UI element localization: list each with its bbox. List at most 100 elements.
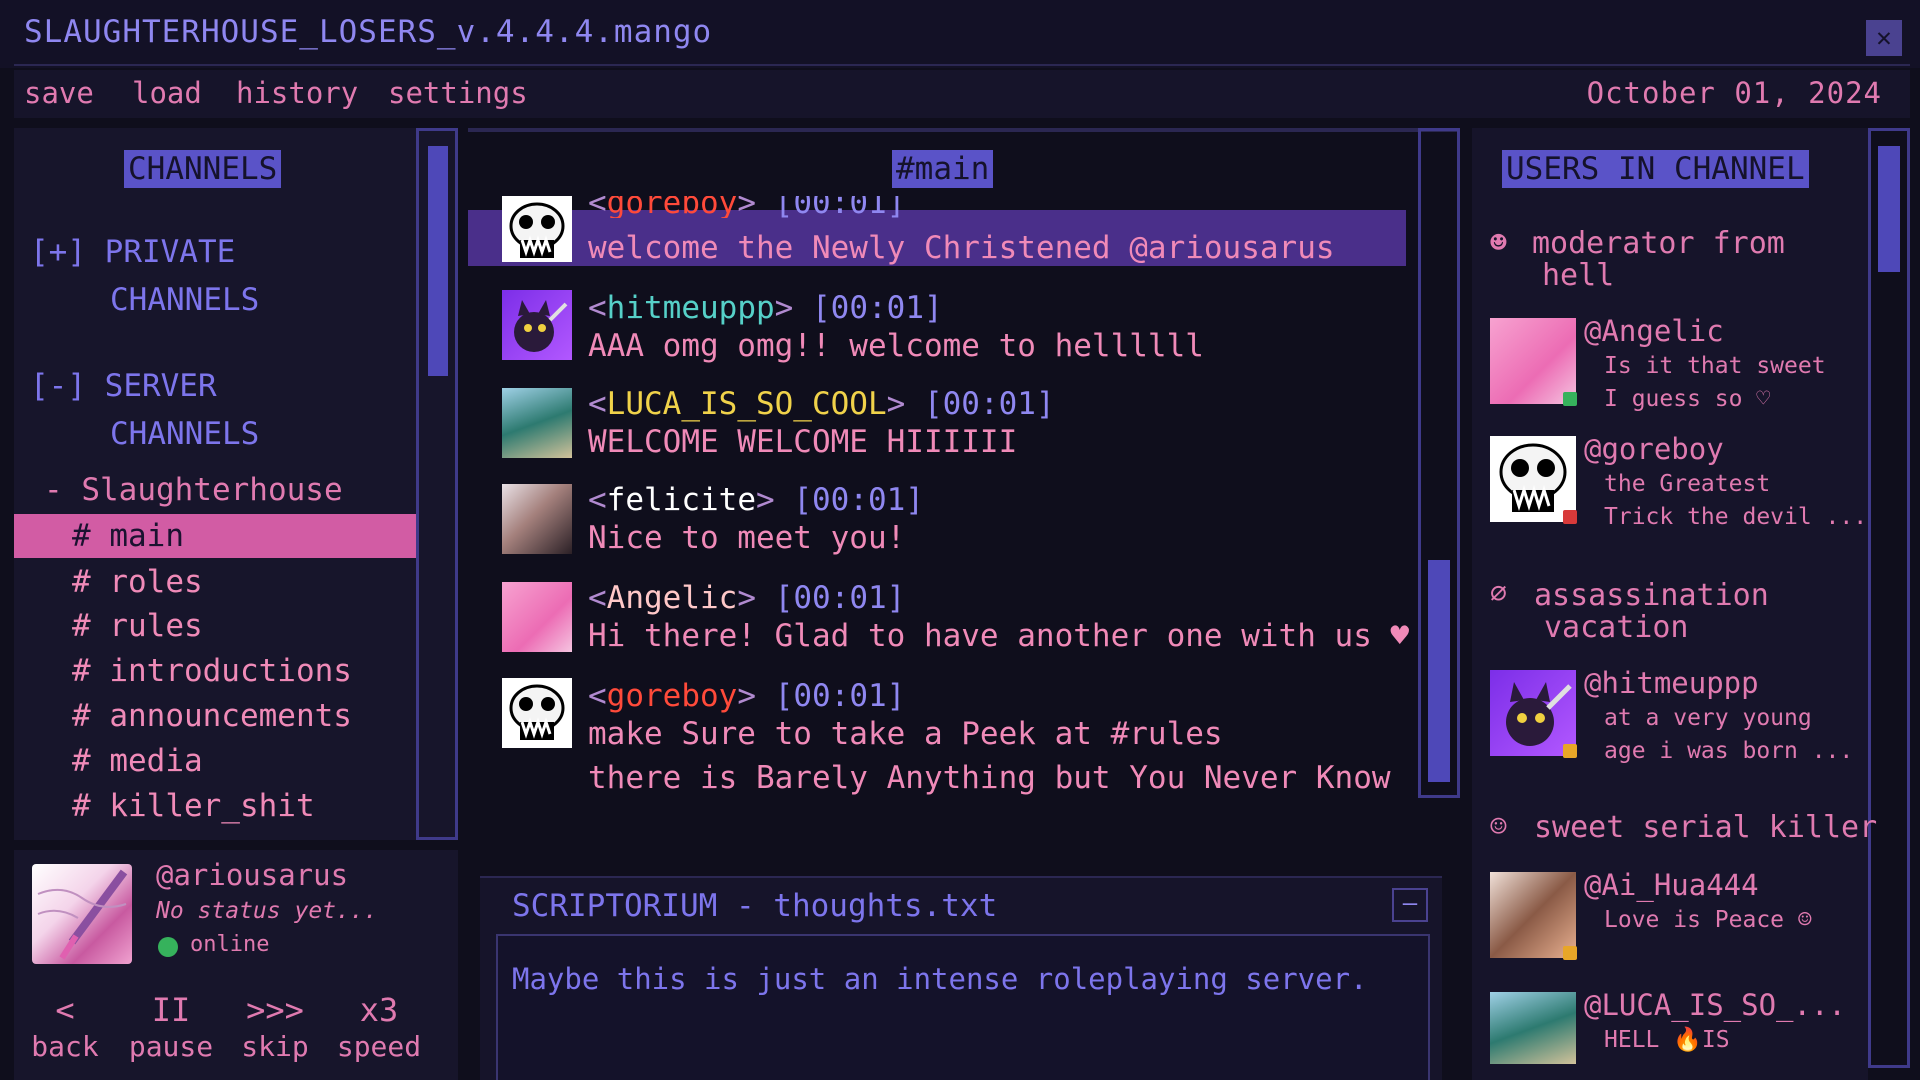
devil-icon: ☻ bbox=[1490, 226, 1507, 259]
message-header: <goreboy> [00:01] bbox=[588, 678, 905, 714]
message-text-line2: there is Barely Anything but You Never K… bbox=[588, 760, 1391, 796]
online-status-icon bbox=[158, 937, 178, 957]
menu-load[interactable]: load bbox=[132, 76, 202, 110]
menu-history[interactable]: history bbox=[236, 76, 358, 110]
member-status: HELL 🔥IS bbox=[1604, 1027, 1730, 1053]
skip-button[interactable]: >>> skip bbox=[230, 990, 320, 1064]
channel-item-rules[interactable]: # rules bbox=[14, 604, 416, 648]
member-status-line2: I guess so ♡ bbox=[1604, 386, 1771, 412]
bracket-close: > bbox=[774, 290, 794, 326]
scriptorium-title: SCRIPTORIUM - thoughts.txt bbox=[512, 888, 998, 924]
message-author[interactable]: goreboy bbox=[607, 678, 738, 714]
angelic-avatar[interactable] bbox=[502, 582, 572, 652]
scriptorium-text: Maybe this is just an intense roleplayin… bbox=[512, 962, 1368, 996]
back-button[interactable]: < back bbox=[20, 990, 110, 1064]
message-header: <hitmeuppp> [00:01] bbox=[588, 290, 943, 326]
message-time: [00:01] bbox=[774, 196, 906, 218]
menu-bar: save load history settings October 01, 2… bbox=[14, 70, 1910, 118]
message-header: <Angelic> [00:01] bbox=[588, 580, 905, 616]
luca-avatar[interactable] bbox=[502, 388, 572, 458]
message-header: <goreboy> [00:01] bbox=[588, 196, 905, 218]
channel-item-introductions[interactable]: # introductions bbox=[14, 649, 416, 693]
luca-avatar[interactable] bbox=[1490, 992, 1576, 1064]
channel-item-announcements[interactable]: # announcements bbox=[14, 694, 416, 738]
member-name[interactable]: @goreboy bbox=[1584, 432, 1724, 466]
channel-item-media[interactable]: # media bbox=[14, 739, 416, 783]
menu-settings[interactable]: settings bbox=[388, 76, 528, 110]
skull-icon bbox=[1490, 436, 1576, 522]
title-divider bbox=[14, 64, 1910, 66]
pause-button[interactable]: II pause bbox=[126, 990, 216, 1064]
profile-status: No status yet... bbox=[156, 898, 378, 924]
chat-channel-name: #main bbox=[892, 150, 994, 188]
hitmeuppp-avatar[interactable] bbox=[1490, 670, 1576, 756]
bracket-close: > bbox=[737, 196, 756, 218]
cat-icon bbox=[1506, 682, 1572, 746]
goreboy-avatar[interactable] bbox=[502, 678, 572, 748]
message-text: welcome the Newly Christened @ariousarus bbox=[588, 230, 1335, 266]
pause-icon: II bbox=[151, 991, 191, 1029]
server-name[interactable]: - Slaughterhouse bbox=[44, 472, 343, 508]
channels-heading: CHANNELS bbox=[124, 150, 282, 188]
message-author[interactable]: felicite bbox=[607, 482, 756, 518]
message-author[interactable]: hitmeuppp bbox=[607, 290, 775, 326]
back-icon: < bbox=[55, 991, 75, 1029]
users-scroll-thumb[interactable] bbox=[1878, 146, 1900, 272]
avatar[interactable] bbox=[32, 864, 132, 964]
menu-save[interactable]: save bbox=[24, 76, 94, 110]
bracket-close: > bbox=[755, 482, 775, 518]
close-button[interactable]: ✕ bbox=[1866, 20, 1902, 56]
message-time: [00:01] bbox=[923, 386, 1055, 422]
users-heading: USERS IN CHANNEL bbox=[1502, 150, 1809, 188]
profile-username: @ariousarus bbox=[156, 858, 349, 892]
back-label: back bbox=[31, 1030, 99, 1063]
channel-item-main[interactable]: # main bbox=[14, 514, 416, 558]
bracket-open: < bbox=[588, 580, 607, 616]
bracket-close: > bbox=[737, 580, 756, 616]
ai-hua-avatar[interactable] bbox=[1490, 872, 1576, 958]
channel-item-roles[interactable]: # roles bbox=[14, 560, 416, 604]
bracket-open: < bbox=[588, 196, 607, 218]
minimize-button[interactable]: — bbox=[1392, 888, 1428, 922]
member-status-line2: age i was born ... bbox=[1604, 738, 1854, 764]
felicite-avatar[interactable] bbox=[502, 484, 572, 554]
speed-button[interactable]: x3 speed bbox=[334, 990, 424, 1064]
skip-label: skip bbox=[241, 1030, 309, 1063]
bracket-open: < bbox=[588, 386, 607, 422]
angelic-avatar[interactable] bbox=[1490, 318, 1576, 404]
message-author[interactable]: LUCA_IS_SO_COOL bbox=[607, 386, 887, 422]
message-header: <felicite> [00:01] bbox=[588, 482, 924, 518]
member-status: the Greatest bbox=[1604, 471, 1771, 497]
hitmeuppp-avatar[interactable] bbox=[502, 290, 572, 360]
server-channels-toggle[interactable]: [-] SERVER bbox=[30, 362, 217, 410]
private-channels-label: CHANNELS bbox=[110, 282, 260, 318]
status-dot bbox=[1563, 392, 1577, 406]
member-status: at a very young bbox=[1604, 705, 1812, 731]
goreboy-avatar[interactable] bbox=[1490, 436, 1576, 522]
chat-scroll-thumb[interactable] bbox=[1428, 560, 1450, 782]
skull-icon bbox=[502, 196, 572, 262]
message-author[interactable]: Angelic bbox=[607, 580, 738, 616]
member-status-line2: Trick the devil ... bbox=[1604, 504, 1868, 530]
channel-item-killer-shit[interactable]: # killer_shit bbox=[14, 784, 416, 828]
message-text: WELCOME WELCOME HIIIIII bbox=[588, 424, 1018, 460]
presence-label: online bbox=[190, 932, 270, 957]
member-name[interactable]: @hitmeuppp bbox=[1584, 666, 1759, 700]
status-dot bbox=[1563, 946, 1577, 960]
member-name[interactable]: @Ai_Hua444 bbox=[1584, 868, 1759, 902]
private-channels-toggle[interactable]: [+] PRIVATE bbox=[30, 228, 235, 276]
speed-label: speed bbox=[336, 1030, 422, 1063]
pen-icon bbox=[37, 869, 128, 960]
member-status: Is it that sweet bbox=[1604, 353, 1826, 379]
goreboy-avatar[interactable] bbox=[502, 196, 572, 262]
skip-icon: >>> bbox=[246, 991, 304, 1029]
channels-scroll-thumb[interactable] bbox=[428, 146, 448, 376]
member-name[interactable]: @Angelic bbox=[1584, 314, 1724, 348]
role-title: moderator from bbox=[1532, 226, 1785, 261]
role-title-line2: vacation bbox=[1544, 610, 1689, 645]
app-title: SLAUGHTERHOUSE_LOSERS_v.4.4.4.mango bbox=[24, 14, 713, 50]
bracket-open: < bbox=[588, 678, 607, 714]
message-time: [00:01] bbox=[812, 290, 943, 326]
member-name[interactable]: @LUCA_IS_SO_... bbox=[1584, 988, 1846, 1022]
message-author[interactable]: goreboy bbox=[607, 196, 738, 218]
